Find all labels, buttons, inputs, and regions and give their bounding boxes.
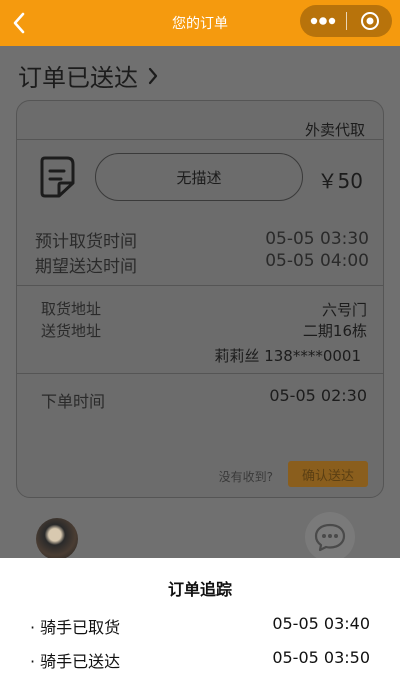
tracking-event: · 骑手已送达 05-05 03:50: [30, 648, 370, 672]
receiver-contact: 莉莉丝 138****0001: [214, 347, 361, 365]
tracking-event-label: · 骑手已取货: [30, 618, 121, 637]
tracking-sheet: 订单追踪 · 骑手已取货 05-05 03:40 · 骑手已送达 05-05 0…: [0, 558, 400, 686]
order-card: 外卖代取 无描述 ￥50 预计取货时间 05-05 03:30 期望送达时间 0…: [16, 100, 384, 498]
description-pill: 无描述: [95, 153, 303, 201]
order-document-icon: [40, 156, 75, 198]
order-time-label: 下单时间: [41, 392, 106, 411]
mini-program-capsule: [300, 5, 392, 37]
not-received-link[interactable]: 没有收到?: [219, 468, 273, 485]
pickup-time-label: 预计取货时间: [35, 232, 137, 252]
service-type: 外卖代取: [304, 121, 365, 139]
chevron-right-icon: [148, 67, 158, 84]
tracking-event-time: 05-05 03:50: [272, 648, 370, 667]
delivery-address-label: 送货地址: [41, 322, 102, 340]
tracking-event-time: 05-05 03:40: [272, 614, 370, 633]
top-bar: 您的订单: [0, 0, 400, 46]
chat-bubble-icon: [314, 523, 346, 552]
pickup-time-value: 05-05 03:30: [265, 229, 369, 249]
chat-button[interactable]: [305, 512, 355, 562]
order-status-text: 订单已送达: [18, 64, 138, 92]
target-close-icon: [360, 12, 379, 30]
close-button[interactable]: [347, 5, 392, 37]
delivery-time-label: 期望送达时间: [35, 257, 137, 277]
rider-avatar[interactable]: [36, 518, 78, 560]
tracking-event: · 骑手已取货 05-05 03:40: [30, 614, 370, 638]
order-time-value: 05-05 02:30: [269, 386, 367, 405]
confirm-delivery-button[interactable]: 确认送达: [288, 461, 368, 487]
tracking-event-label: · 骑手已送达: [30, 652, 121, 671]
tracking-title: 订单追踪: [167, 580, 232, 599]
order-price: ￥50: [317, 169, 363, 193]
pickup-address-value: 六号门: [321, 301, 367, 319]
divider: [17, 285, 383, 286]
divider: [17, 139, 383, 140]
pickup-address-label: 取货地址: [41, 300, 102, 318]
order-status-heading[interactable]: 订单已送达: [18, 58, 158, 93]
more-button[interactable]: [300, 5, 346, 37]
delivery-time-value: 05-05 04:00: [265, 251, 369, 271]
divider: [17, 373, 383, 374]
more-dots-icon: [310, 17, 336, 25]
delivery-address-value: 二期16栋: [302, 322, 367, 340]
